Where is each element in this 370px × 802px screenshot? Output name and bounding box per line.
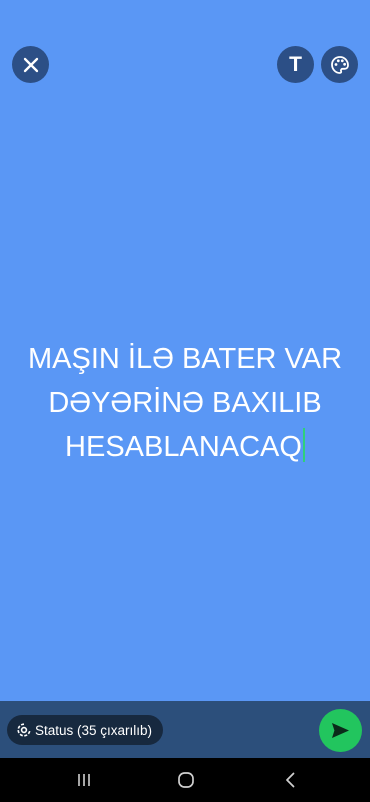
home-button[interactable] bbox=[174, 768, 198, 792]
color-palette-button[interactable] bbox=[321, 46, 358, 83]
status-audience-label: Status (35 çıxarılıb) bbox=[35, 722, 153, 738]
close-button[interactable] bbox=[12, 46, 49, 83]
status-text-line-last: HESABLANACAQ bbox=[0, 425, 370, 469]
status-ring-icon bbox=[17, 723, 31, 737]
text-style-button[interactable]: T bbox=[277, 46, 314, 83]
status-text-input[interactable]: MAŞIN İLƏ BATER VAR DƏYƏRİNƏ BAXILIB HES… bbox=[0, 337, 370, 469]
status-text-line: HESABLANACAQ bbox=[65, 431, 302, 463]
status-editor-canvas[interactable]: T MAŞIN İLƏ BATER VAR DƏYƏRİNƏ BAXILIB H… bbox=[0, 0, 370, 701]
recents-icon bbox=[78, 774, 90, 786]
send-icon bbox=[332, 723, 349, 738]
status-audience-button[interactable]: Status (35 çıxarılıb) bbox=[7, 715, 164, 745]
palette-icon bbox=[330, 55, 349, 74]
back-icon bbox=[286, 772, 295, 788]
recents-button[interactable] bbox=[72, 768, 96, 792]
status-text-line: MAŞIN İLƏ BATER VAR bbox=[27, 343, 343, 375]
bottom-action-bar: Status (35 çıxarılıb) bbox=[0, 701, 370, 758]
send-button[interactable] bbox=[319, 709, 362, 752]
home-icon bbox=[178, 772, 194, 788]
system-navigation-bar bbox=[0, 758, 370, 802]
close-icon bbox=[23, 57, 38, 72]
text-tool-icon: T bbox=[289, 53, 302, 76]
text-caret bbox=[302, 428, 305, 462]
status-text-line: DƏYƏRİNƏ BAXILIB bbox=[48, 387, 322, 419]
back-button[interactable] bbox=[278, 768, 302, 792]
